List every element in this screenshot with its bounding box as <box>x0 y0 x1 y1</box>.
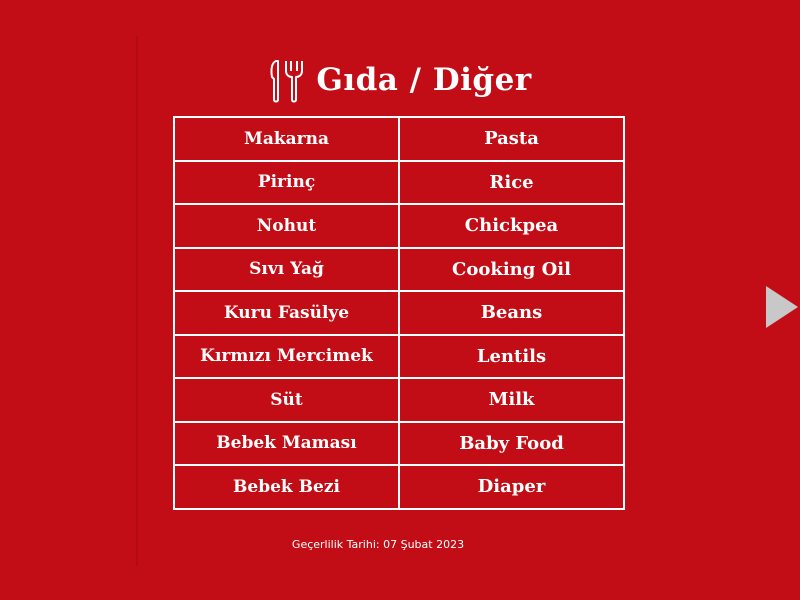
table-row: Kırmızı Mercimek Lentils <box>173 333 625 379</box>
table-row: Nohut Chickpea <box>173 203 625 249</box>
items-table: Makarna Pasta Pirinç Rice Nohut Chickpea Sıvı … <box>173 116 625 510</box>
turkish-item-cell: Makarna <box>173 116 400 162</box>
table-row: Makarna Pasta <box>173 116 625 162</box>
english-item-cell: Chickpea <box>398 203 625 249</box>
table-row: Bebek Bezi Diaper <box>173 464 625 510</box>
english-item-cell: Milk <box>398 377 625 423</box>
turkish-item-cell: Pirinç <box>173 159 400 205</box>
next-button[interactable] <box>764 284 800 330</box>
english-item-cell: Diaper <box>398 464 625 510</box>
turkish-item-cell: Süt <box>173 377 400 423</box>
table-row: Sıvı Yağ Cooking Oil <box>173 246 625 292</box>
page-header: Gıda / Diğer <box>0 54 800 106</box>
table-row: Kuru Fasülye Beans <box>173 290 625 336</box>
english-item-cell: Beans <box>398 290 625 336</box>
turkish-item-cell: Sıvı Yağ <box>173 246 400 292</box>
turkish-item-cell: Kırmızı Mercimek <box>173 333 400 379</box>
english-item-cell: Baby Food <box>398 420 625 466</box>
table-row: Bebek Maması Baby Food <box>173 420 625 466</box>
slide-edge <box>136 36 138 566</box>
turkish-item-cell: Kuru Fasülye <box>173 290 400 336</box>
page-title: Gıda / Diğer <box>316 62 532 98</box>
turkish-item-cell: Nohut <box>173 203 400 249</box>
english-item-cell: Lentils <box>398 333 625 379</box>
turkish-item-cell: Bebek Bezi <box>173 464 400 510</box>
table-row: Süt Milk <box>173 377 625 423</box>
english-item-cell: Pasta <box>398 116 625 162</box>
items-table-body: Makarna Pasta Pirinç Rice Nohut Chickpea Sıvı … <box>173 116 625 510</box>
table-row: Pirinç Rice <box>173 159 625 205</box>
english-item-cell: Cooking Oil <box>398 246 625 292</box>
fork-knife-icon <box>268 57 308 103</box>
triangle-right-icon <box>766 286 798 328</box>
english-item-cell: Rice <box>398 159 625 205</box>
validity-date: Geçerlilik Tarihi: 07 Şubat 2023 <box>291 538 465 551</box>
turkish-item-cell: Bebek Maması <box>173 420 400 466</box>
